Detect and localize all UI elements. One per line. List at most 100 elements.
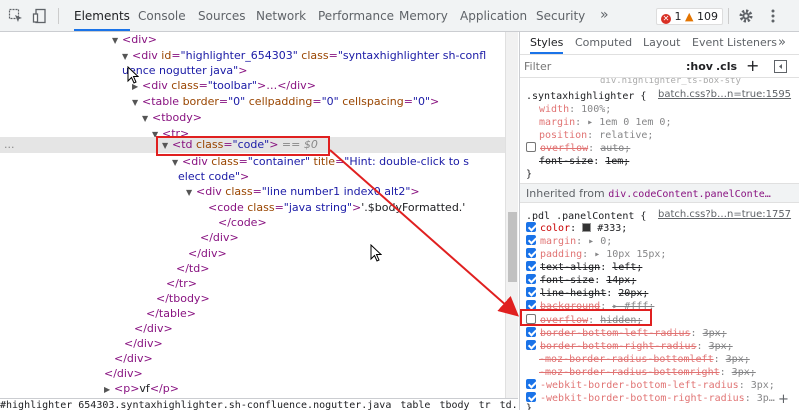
tab-performance[interactable]: Performance (318, 0, 394, 31)
more-tabs-button[interactable]: » (778, 32, 786, 54)
property-checkbox[interactable] (526, 379, 536, 389)
dom-node[interactable]: ▶ <p>vf</p> (104, 381, 179, 396)
attr-name: id (161, 49, 172, 62)
dom-tree[interactable]: ▼ <div> ▼ <div id="highlighter_654303" cla… (0, 32, 518, 398)
style-property[interactable]: position: relative; (539, 129, 653, 142)
stylesheet-link[interactable]: batch.css?b…n=true:1595 (658, 89, 791, 100)
color-swatch[interactable] (582, 223, 592, 232)
tab-elements[interactable]: Elements (74, 0, 130, 31)
dom-node[interactable]: </div> (188, 246, 227, 261)
style-property[interactable]: font-size: 14px; (526, 274, 636, 287)
style-property[interactable]: margin: ▸ 0; (526, 235, 612, 248)
dom-node[interactable]: ▶ <div class="toolbar">…</div> (132, 78, 316, 93)
style-property[interactable]: border-bottom-left-radius: 3px; (526, 327, 727, 340)
property-checkbox[interactable] (526, 235, 536, 245)
tab-computed[interactable]: Computed (575, 32, 632, 54)
text-node: vf (139, 382, 150, 395)
inherited-element-link[interactable]: div.codeContent.panelConte… (608, 189, 771, 200)
dom-node[interactable]: ▼ <tbody> (142, 110, 202, 125)
dom-node[interactable]: </div> (104, 366, 143, 381)
styles-filter-input[interactable] (524, 58, 674, 75)
tab-styles[interactable]: Styles (530, 32, 564, 54)
dom-node[interactable]: </td> (176, 261, 209, 276)
dom-node[interactable]: </table> (146, 306, 196, 321)
dom-node[interactable]: </tbody> (156, 291, 210, 306)
dom-node[interactable]: </div> (134, 321, 173, 336)
tab-layout[interactable]: Layout (643, 32, 680, 54)
rule-selector: .syntaxhighlighter { (526, 91, 647, 102)
gear-icon[interactable] (738, 8, 754, 24)
property-checkbox[interactable] (526, 261, 536, 271)
style-property[interactable]: font-size: 1em; (539, 155, 629, 168)
style-property[interactable]: margin: ▸ 1em 0 1em 0; (539, 116, 671, 129)
style-property[interactable]: overflow: auto; (526, 142, 630, 155)
expand-triangle-icon[interactable]: ▼ (132, 95, 142, 110)
dom-node[interactable]: <code class="java string">'.$bodyFormatt… (208, 200, 465, 215)
dom-node[interactable]: </code> (218, 215, 267, 230)
new-rule-button[interactable]: + (746, 56, 759, 75)
style-property[interactable]: line-height: 20px; (526, 287, 648, 300)
expand-triangle-icon[interactable]: ▼ (122, 49, 132, 64)
tab-event-listeners[interactable]: Event Listeners (692, 32, 777, 54)
cursor-select-icon[interactable] (8, 8, 24, 24)
expand-triangle-icon[interactable]: ▼ (186, 185, 196, 200)
dom-node[interactable]: ▼ <div> (112, 32, 157, 47)
style-property[interactable]: text-align: left; (526, 261, 642, 274)
style-property[interactable]: color: #333; (526, 222, 627, 235)
style-property[interactable]: -webkit-border-bottom-right-radius: 3p… (526, 392, 775, 405)
property-checkbox[interactable] (526, 327, 536, 337)
collapse-triangle-icon[interactable]: ▶ (104, 382, 114, 397)
breadcrumb-item[interactable]: td.code (500, 400, 518, 410)
breadcrumb-item[interactable]: #highlighter_654303.syntaxhighlighter.sh… (0, 400, 391, 410)
attr-value: "0" (228, 95, 246, 108)
device-toggle-icon[interactable] (32, 8, 48, 24)
dom-tree-scrollbar[interactable] (505, 32, 518, 398)
property-checkbox[interactable] (526, 392, 536, 402)
property-checkbox[interactable] (526, 287, 536, 297)
hov-toggle[interactable]: :hov (686, 60, 713, 73)
style-property[interactable]: -moz-border-radius-bottomright: 3px; (539, 366, 756, 379)
breadcrumb-item[interactable]: tr (479, 400, 491, 410)
tab-security[interactable]: Security (536, 0, 585, 31)
toggle-sidebar-icon[interactable] (774, 60, 787, 73)
style-property[interactable]: width: 100%; (539, 103, 611, 116)
more-tabs-button[interactable]: » (600, 0, 609, 31)
cls-toggle[interactable]: .cls (716, 60, 737, 73)
expand-triangle-icon[interactable]: ▼ (142, 111, 152, 126)
dom-node[interactable]: ▼ <div class="container" title="Hint: dou… (172, 154, 469, 169)
property-checkbox[interactable] (526, 248, 536, 258)
expand-triangle-icon[interactable]: ▼ (172, 155, 182, 170)
style-property[interactable]: border-bottom-right-radius: 3px; (526, 340, 733, 353)
dom-node[interactable]: </tr> (166, 276, 197, 291)
dom-node[interactable]: </div> (114, 351, 153, 366)
style-property[interactable]: -moz-border-radius-bottomleft: 3px; (539, 353, 750, 366)
property-checkbox[interactable] (526, 274, 536, 284)
kebab-menu-icon[interactable] (765, 8, 781, 24)
tab-sources[interactable]: Sources (198, 0, 245, 31)
expand-triangle-icon[interactable]: ▼ (112, 33, 122, 48)
add-property-button[interactable]: + (778, 392, 789, 407)
stylesheet-link[interactable]: batch.css?b…n=true:1757 (658, 209, 791, 220)
breadcrumb-item[interactable]: table (400, 400, 430, 410)
tab-memory[interactable]: Memory (399, 0, 448, 31)
property-checkbox[interactable] (526, 142, 536, 152)
tag: > (410, 185, 420, 198)
node-actions-ellipsis[interactable]: ... (4, 137, 15, 153)
dom-node[interactable]: </div> (200, 230, 239, 245)
dom-node[interactable]: </div> (124, 336, 163, 351)
tab-network[interactable]: Network (256, 0, 306, 31)
dom-node[interactable]: ▼ <div id="highlighter_654303" class="syn… (122, 48, 486, 63)
breadcrumb-item[interactable]: tbody (439, 400, 469, 410)
tag: </div> (114, 352, 153, 365)
scrollbar-thumb[interactable] (508, 212, 517, 282)
tab-application[interactable]: Application (460, 0, 527, 31)
tag: </td> (176, 262, 210, 275)
tab-console[interactable]: Console (138, 0, 186, 31)
dom-node[interactable]: ▼ <table border="0" cellpadding="0" cells… (132, 94, 439, 109)
style-property[interactable]: padding: ▸ 10px 15px; (526, 248, 666, 261)
property-checkbox[interactable] (526, 340, 536, 350)
property-checkbox[interactable] (526, 222, 536, 232)
dom-node[interactable]: ▼ <div class="line number1 index0 alt2"> (186, 184, 420, 199)
style-property[interactable]: -webkit-border-bottom-left-radius: 3px; (526, 379, 775, 392)
issues-badge[interactable]: ✕ 1 ▲ 109 (656, 8, 723, 25)
